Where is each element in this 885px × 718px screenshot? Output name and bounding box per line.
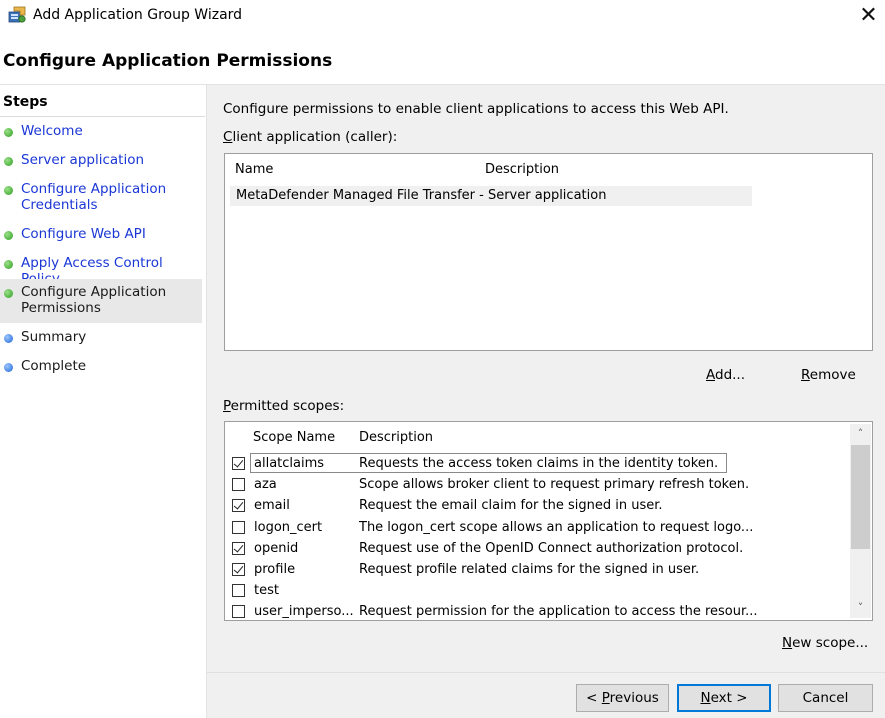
page-title: Configure Application Permissions (3, 51, 333, 71)
step-label: Complete (21, 358, 87, 374)
scope-checkbox[interactable] (232, 457, 245, 470)
scope-name: user_imperso... (254, 604, 354, 619)
scope-row-email[interactable]: email Request the email claim for the si… (230, 496, 850, 517)
step-label: Configure Application Permissions (21, 284, 167, 316)
window-title: Add Application Group Wizard (33, 7, 243, 23)
scope-name: logon_cert (254, 520, 323, 535)
step-summary: Summary (0, 329, 202, 347)
scope-checkbox[interactable] (232, 563, 245, 576)
scope-checkbox[interactable] (232, 521, 245, 534)
scope-row-logon-cert[interactable]: logon_cert The logon_cert scope allows a… (230, 518, 850, 539)
step-configure-application-credentials[interactable]: Configure Application Credentials (0, 181, 202, 215)
close-icon: ✕ (859, 3, 878, 28)
footer-divider (207, 672, 885, 673)
scope-name: test (254, 583, 279, 598)
scope-checkbox[interactable] (232, 584, 245, 597)
step-complete-icon (4, 186, 13, 195)
scope-name: profile (254, 562, 296, 577)
step-label: Summary (21, 329, 87, 345)
step-configure-application-permissions: Configure Application Permissions (0, 279, 202, 323)
close-button[interactable]: ✕ (852, 2, 885, 30)
step-label: Server application (21, 152, 145, 168)
add-client-button[interactable]: Add... (706, 367, 745, 383)
scope-checkbox[interactable] (232, 499, 245, 512)
step-complete: Complete (0, 358, 202, 376)
steps-divider (0, 116, 205, 117)
scope-row-profile[interactable]: profile Request profile related claims f… (230, 560, 850, 581)
previous-button[interactable]: < Previous (576, 684, 669, 712)
chevron-up-icon[interactable]: ˄ (850, 424, 871, 444)
scope-row-aza[interactable]: aza Scope allows broker client to reques… (230, 475, 850, 496)
scope-description: The logon_cert scope allows an applicati… (359, 520, 754, 535)
remove-client-button[interactable]: Remove (801, 367, 856, 383)
scope-description: Request use of the OpenID Connect author… (359, 541, 744, 556)
scope-row-openid[interactable]: openid Request use of the OpenID Connect… (230, 539, 850, 560)
step-complete-icon (4, 128, 13, 137)
client-application-list[interactable] (224, 153, 873, 351)
next-button[interactable]: Next > (677, 684, 771, 712)
scope-description: Request profile related claims for the s… (359, 562, 700, 577)
permitted-scopes-label: Permitted scopes: (223, 398, 345, 414)
step-welcome[interactable]: Welcome (0, 123, 202, 141)
scope-name: aza (254, 477, 277, 492)
step-configure-web-api[interactable]: Configure Web API (0, 226, 202, 244)
scope-checkbox[interactable] (232, 542, 245, 555)
client-col-description[interactable]: Description (485, 162, 559, 177)
step-complete-icon (4, 260, 13, 269)
steps-title: Steps (3, 94, 48, 110)
selected-row-focus (250, 453, 727, 473)
new-scope-button[interactable]: New scope... (782, 635, 868, 651)
chevron-down-icon[interactable]: ˅ (850, 598, 871, 618)
scope-row-user-impersonation[interactable]: user_imperso... Request permission for t… (230, 602, 850, 619)
scope-name: email (254, 498, 290, 513)
scope-description: Scope allows broker client to request pr… (359, 477, 750, 492)
step-current-icon (4, 289, 13, 298)
step-label: Welcome (21, 123, 83, 139)
app-group-icon (8, 6, 26, 24)
scope-description: Request the email claim for the signed i… (359, 498, 663, 513)
step-label: Configure Web API (21, 226, 146, 242)
scope-row-test[interactable]: test (230, 581, 850, 602)
step-server-application[interactable]: Server application (0, 152, 202, 170)
step-complete-icon (4, 231, 13, 240)
scope-checkbox[interactable] (232, 605, 245, 618)
steps-panel (0, 85, 207, 718)
step-label: Configure Application Credentials (21, 181, 167, 213)
step-apply-access-control-policy[interactable]: Apply Access Control Policy (0, 255, 202, 287)
step-pending-icon (4, 363, 13, 372)
scope-checkbox[interactable] (232, 478, 245, 491)
client-application-label: Client application (caller): (223, 129, 398, 145)
scope-description: Request permission for the application t… (359, 604, 758, 619)
step-pending-icon (4, 334, 13, 343)
scope-name: openid (254, 541, 299, 556)
client-row-name: MetaDefender Managed File Transfer - Ser… (236, 188, 607, 203)
scrollbar-thumb[interactable] (851, 445, 870, 549)
scope-col-name[interactable]: Scope Name (253, 430, 335, 445)
step-complete-icon (4, 157, 13, 166)
client-col-name[interactable]: Name (235, 162, 273, 177)
cancel-button[interactable]: Cancel (778, 684, 873, 712)
intro-text: Configure permissions to enable client a… (223, 101, 729, 117)
scope-col-description[interactable]: Description (359, 430, 433, 445)
